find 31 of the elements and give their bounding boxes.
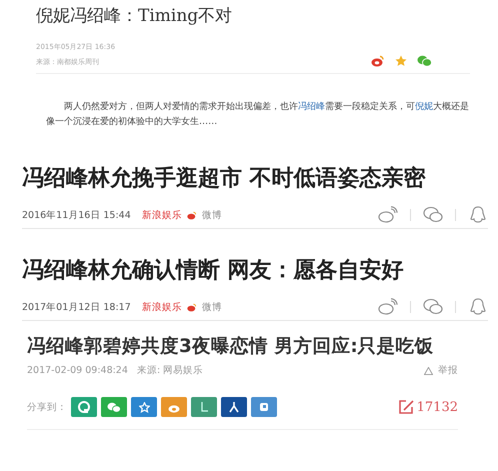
- person-icon: [228, 401, 240, 413]
- share-label: 分享到：: [27, 400, 67, 414]
- date-text: 2017年01月12日 18:17: [22, 300, 131, 314]
- article-excerpt: 两人仍然爱对方，但两人对爱情的需求开始出现偏差，也许冯绍峰需要一段稳定关系，可倪妮大概还是像一个沉浸在爱的初体验中的大学女生……: [46, 100, 470, 129]
- star-icon[interactable]: [395, 55, 407, 67]
- edit-icon: [398, 399, 414, 415]
- penguin-icon[interactable]: [468, 206, 488, 224]
- article-title: 倪妮冯绍峰：Timing不对: [36, 5, 234, 28]
- date-text: 2016年11月16日 15:44: [22, 208, 131, 222]
- source-link[interactable]: 新浪娱乐: [142, 208, 182, 222]
- date-source-text: 2017-02-09 09:48:24 来源: 网易娱乐: [27, 364, 204, 377]
- warning-icon: [424, 366, 433, 374]
- name-link[interactable]: 倪妮: [415, 102, 433, 112]
- weibo-link[interactable]: 微博: [202, 208, 222, 222]
- article-title: 冯绍峰林允挽手逛超市 不时低语姿态亲密: [22, 164, 427, 193]
- share-button[interactable]: [221, 397, 247, 417]
- penguin-icon[interactable]: [468, 298, 488, 316]
- share-button[interactable]: [251, 397, 277, 417]
- star-icon: [138, 402, 150, 412]
- article-title: 冯绍峰郭碧婷共度3夜曝恋情 男方回应:只是吃饭: [27, 334, 435, 359]
- weibo-link[interactable]: 微博: [202, 300, 222, 314]
- ring-icon: [78, 401, 90, 413]
- name-link[interactable]: 冯绍峰: [298, 102, 325, 112]
- source-link[interactable]: 新浪娱乐: [142, 300, 182, 314]
- comment-count-button[interactable]: 17132: [398, 399, 458, 415]
- report-link[interactable]: 举报: [438, 364, 458, 377]
- article-title: 冯绍峰林允确认情断 网友：愿各自安好: [22, 256, 405, 285]
- chat-bubbles-icon: [107, 402, 121, 412]
- share-button[interactable]: [131, 397, 157, 417]
- corner-icon: [199, 401, 209, 413]
- square-icon: [259, 402, 269, 412]
